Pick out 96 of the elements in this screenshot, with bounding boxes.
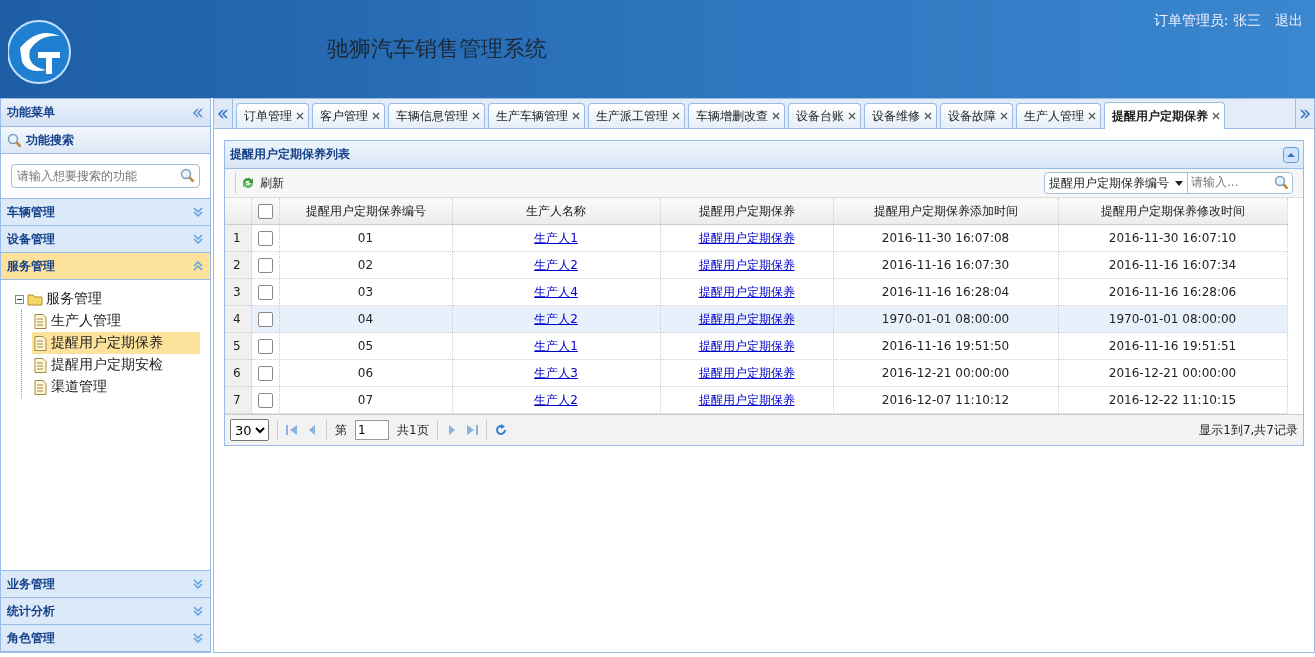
row-number: 5 (225, 332, 251, 360)
section-label: 角色管理 (7, 629, 55, 647)
total-pages: 共1页 (397, 421, 429, 439)
table-cell: 07 (279, 386, 452, 414)
cell-link[interactable]: 提醒用户定期保养 (698, 230, 795, 245)
row-number: 2 (225, 251, 251, 279)
cell-link[interactable]: 生产人2 (534, 257, 578, 272)
table-cell: 02 (279, 251, 452, 279)
table-row[interactable]: 1 01 生产人1 提醒用户定期保养 2016-11-30 16:07:08 2016-11-30 16:07:10 (225, 224, 1287, 252)
tree-folder-label[interactable]: 服务管理 (46, 290, 102, 308)
column-header: 提醒用户定期保养修改时间 (1058, 198, 1287, 225)
cell-link[interactable]: 生产人1 (534, 230, 578, 245)
app-title: 驰狮汽车销售管理系统 (327, 35, 547, 63)
table-cell: 05 (279, 332, 452, 360)
tree-item[interactable]: 提醒用户定期保养 (32, 332, 200, 354)
section-label: 车辆管理 (7, 203, 55, 221)
page-size-select[interactable]: 30 (230, 419, 269, 441)
cell-link[interactable]: 提醒用户定期保养 (698, 365, 795, 380)
menu-section-header[interactable]: 设备管理 (1, 226, 210, 253)
search-bar[interactable]: 提醒用户定期保养编号 请输入... (1044, 172, 1293, 194)
search-field[interactable]: 请输入... (1188, 173, 1292, 191)
table-cell: 2016-12-22 11:10:15 (1058, 386, 1287, 414)
table-cell: 1970-01-01 08:00:00 (833, 305, 1058, 333)
function-search-field[interactable]: 请输入想要搜索的功能 (11, 164, 200, 188)
row-number: 1 (225, 224, 251, 252)
column-header: 提醒用户定期保养 (660, 198, 833, 225)
cell-link[interactable]: 提醒用户定期保养 (698, 338, 795, 353)
table-cell: 03 (279, 278, 452, 306)
table-row[interactable]: 2 02 生产人2 提醒用户定期保养 2016-11-16 16:07:30 2016-11-16 16:07:34 (225, 251, 1287, 279)
table-cell: 2016-12-21 00:00:00 (833, 359, 1058, 387)
row-number: 4 (225, 305, 251, 333)
table-row[interactable]: 3 03 生产人4 提醒用户定期保养 2016-11-16 16:28:04 2016-11-16 16:28:06 (225, 278, 1287, 306)
page-label: 第 (335, 421, 347, 439)
section-label: 统计分析 (7, 602, 55, 620)
cell-link[interactable]: 生产人3 (534, 365, 578, 380)
cell-link[interactable]: 生产人2 (534, 392, 578, 407)
panel-title: 提醒用户定期保养列表 (230, 146, 350, 163)
tab[interactable]: 订单管理 (236, 103, 309, 128)
menu-section-header[interactable]: 角色管理 (1, 625, 210, 652)
row-number: 7 (225, 386, 251, 414)
tab[interactable]: 客户管理 (312, 103, 385, 128)
row-number: 3 (225, 278, 251, 306)
table-cell: 01 (279, 224, 452, 252)
tree-item[interactable]: 渠道管理 (32, 376, 200, 398)
table-cell: 06 (279, 359, 452, 387)
cell-link[interactable]: 提醒用户定期保养 (698, 392, 795, 407)
menu-section-header[interactable]: 服务管理 (1, 253, 210, 280)
tab[interactable]: 生产派工管理 (588, 103, 685, 128)
tab[interactable]: 车辆信息管理 (388, 103, 485, 128)
refresh-button[interactable]: 刷新 (235, 172, 288, 194)
section-label: 设备管理 (7, 230, 55, 248)
user-label: 订单管理员: 张三 (1153, 12, 1261, 30)
table-cell: 2016-11-16 16:07:34 (1058, 251, 1287, 279)
table-cell: 2016-11-16 16:28:06 (1058, 278, 1287, 306)
tree-item[interactable]: 提醒用户定期安检 (32, 354, 200, 376)
table-cell: 2016-11-16 16:28:04 (833, 278, 1058, 306)
tab[interactable]: 设备故障 (940, 103, 1013, 128)
page-input[interactable]: 1 (355, 420, 389, 440)
tab[interactable]: 设备台账 (788, 103, 861, 128)
menu-title: 功能菜单 (7, 104, 55, 121)
cell-link[interactable]: 提醒用户定期保养 (698, 257, 795, 272)
section-label: 服务管理 (7, 257, 55, 275)
table-row[interactable]: 6 06 生产人3 提醒用户定期保养 2016-12-21 00:00:00 2016-12-21 00:00:00 (225, 359, 1287, 387)
table-cell: 2016-11-16 19:51:50 (833, 332, 1058, 360)
tab[interactable]: 提醒用户定期保养 (1104, 102, 1225, 129)
table-cell: 2016-11-16 19:51:51 (1058, 332, 1287, 360)
menu-section-header[interactable]: 业务管理 (1, 571, 210, 598)
menu-section-header[interactable]: 统计分析 (1, 598, 210, 625)
column-header: 提醒用户定期保养添加时间 (833, 198, 1058, 225)
tab[interactable]: 车辆增删改查 (688, 103, 785, 128)
cell-link[interactable]: 生产人4 (534, 284, 578, 299)
table-cell: 2016-12-07 11:10:12 (833, 386, 1058, 414)
table-cell: 2016-11-30 16:07:08 (833, 224, 1058, 252)
table-cell: 2016-11-30 16:07:10 (1058, 224, 1287, 252)
tree-item[interactable]: 生产人管理 (32, 310, 200, 332)
table-cell: 2016-11-16 16:07:30 (833, 251, 1058, 279)
menu-section-header[interactable]: 车辆管理 (1, 199, 210, 226)
section-label: 业务管理 (7, 575, 55, 593)
tab[interactable]: 设备维修 (864, 103, 937, 128)
table-cell: 04 (279, 305, 452, 333)
table-row[interactable]: 5 05 生产人1 提醒用户定期保养 2016-11-16 19:51:50 2016-11-16 19:51:51 (225, 332, 1287, 360)
cell-link[interactable]: 生产人1 (534, 338, 578, 353)
row-number: 6 (225, 359, 251, 387)
table-cell: 1970-01-01 08:00:00 (1058, 305, 1287, 333)
record-summary: 显示1到7,共7记录 (1199, 421, 1298, 439)
search-section-title: 功能搜索 (26, 131, 74, 149)
cell-link[interactable]: 生产人2 (534, 311, 578, 326)
table-row[interactable]: 4 04 生产人2 提醒用户定期保养 1970-01-01 08:00:00 1970-01-01 08:00:00 (225, 305, 1287, 333)
logout-link[interactable]: 退出 (1275, 12, 1303, 30)
tab[interactable]: 生产人管理 (1016, 103, 1101, 128)
tab[interactable]: 生产车辆管理 (488, 103, 585, 128)
cell-link[interactable]: 提醒用户定期保养 (698, 284, 795, 299)
table-cell: 2016-12-21 00:00:00 (1058, 359, 1287, 387)
table-row[interactable]: 7 07 生产人2 提醒用户定期保养 2016-12-07 11:10:12 2016-12-22 11:10:15 (225, 386, 1287, 414)
column-header: 提醒用户定期保养编号 (279, 198, 452, 225)
column-header: 生产人名称 (452, 198, 660, 225)
